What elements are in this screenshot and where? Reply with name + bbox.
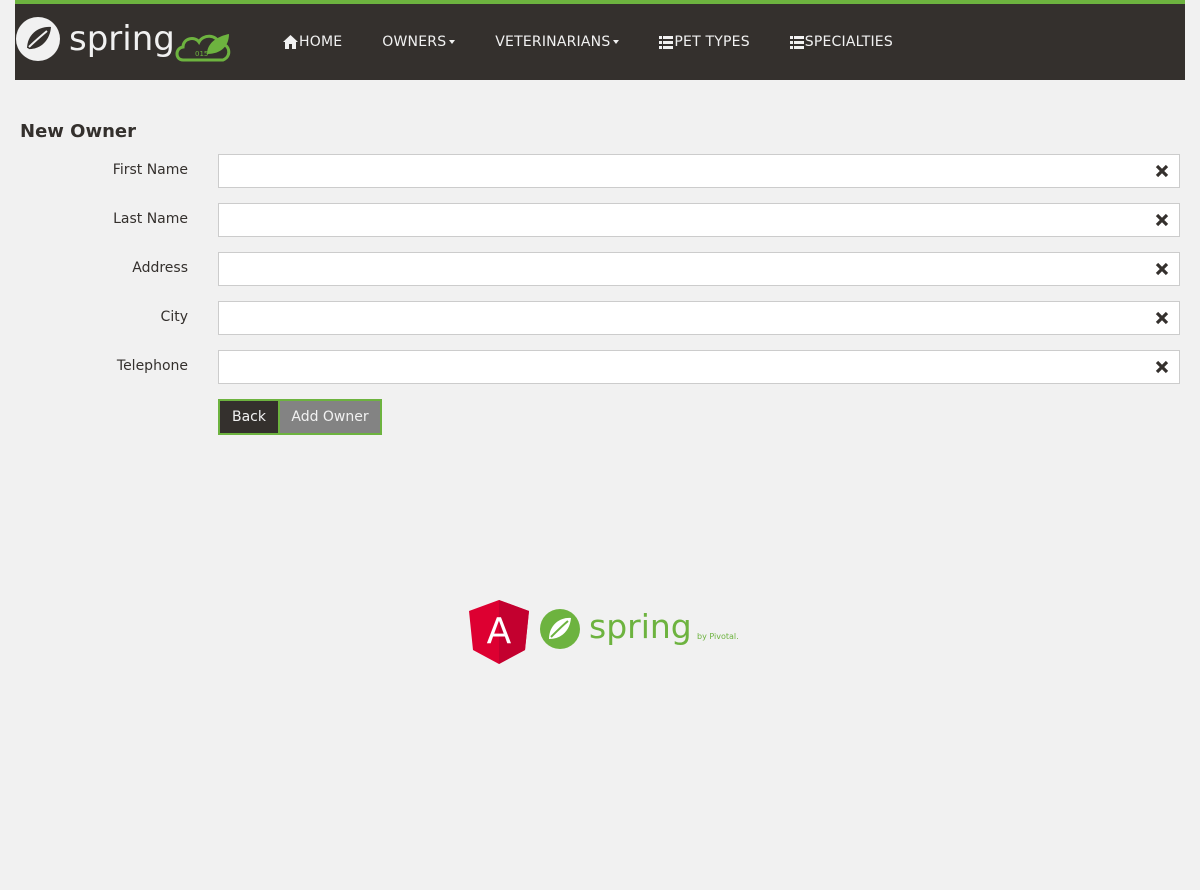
clear-icon[interactable]: [1155, 213, 1169, 227]
telephone-input[interactable]: [218, 350, 1180, 384]
nav-home-label: HOME: [299, 34, 343, 50]
nav-veterinarians-label: VETERINARIANS: [495, 34, 611, 50]
form-row-telephone: Telephone: [0, 350, 1200, 384]
address-input[interactable]: [218, 252, 1180, 286]
last-name-label: Last Name: [113, 211, 188, 227]
angular-letter: A: [487, 611, 512, 652]
clear-icon[interactable]: [1155, 311, 1169, 325]
nav-specialties-label: SPECIALTIES: [804, 34, 893, 50]
home-icon: [283, 35, 298, 49]
nav-pet-types-label: PET TYPES: [674, 34, 750, 50]
angular-logo: A: [469, 600, 529, 664]
form-row-last-name: Last Name: [0, 203, 1200, 237]
form-row-city: City: [0, 301, 1200, 335]
form-row-first-name: First Name: [0, 154, 1200, 188]
nav-pet-types[interactable]: PET TYPES: [639, 4, 769, 80]
first-name-label: First Name: [112, 162, 188, 178]
page-title: New Owner: [20, 121, 136, 142]
spring-footer-text: spring: [589, 607, 692, 646]
spring-brand-logo[interactable]: spring 015: [15, 16, 245, 62]
add-owner-button[interactable]: Add Owner: [280, 399, 382, 435]
clear-icon[interactable]: [1155, 360, 1169, 374]
footer-logos: A spring by Pivotal.: [468, 598, 743, 666]
city-label: City: [160, 309, 188, 325]
top-navbar: spring 015 HOME OWNERS VETERINARIANS PET…: [15, 0, 1185, 80]
svg-text:015: 015: [195, 50, 208, 58]
clear-icon[interactable]: [1155, 262, 1169, 276]
last-name-input[interactable]: [218, 203, 1180, 237]
nav-specialties[interactable]: SPECIALTIES: [770, 4, 913, 80]
form-actions: Back Add Owner: [218, 399, 382, 435]
caret-down-icon: [449, 40, 456, 44]
address-label: Address: [132, 260, 188, 276]
back-button[interactable]: Back: [218, 399, 280, 435]
city-input[interactable]: [218, 301, 1180, 335]
main-nav: HOME OWNERS VETERINARIANS PET TYPES SPEC…: [263, 4, 913, 80]
form-row-address: Address: [0, 252, 1200, 286]
nav-veterinarians-dropdown[interactable]: VETERINARIANS: [475, 4, 639, 80]
telephone-label: Telephone: [116, 358, 188, 374]
list-icon: [789, 35, 804, 49]
pivotal-text: by Pivotal.: [697, 632, 739, 641]
nav-home[interactable]: HOME: [263, 4, 362, 80]
svg-text:spring: spring: [69, 19, 175, 59]
first-name-input[interactable]: [218, 154, 1180, 188]
list-icon: [659, 35, 674, 49]
nav-owners-dropdown[interactable]: OWNERS: [362, 4, 475, 80]
spring-footer-logo: spring by Pivotal.: [540, 607, 739, 649]
nav-owners-label: OWNERS: [382, 34, 447, 50]
clear-icon[interactable]: [1155, 164, 1169, 178]
caret-down-icon: [613, 40, 620, 44]
